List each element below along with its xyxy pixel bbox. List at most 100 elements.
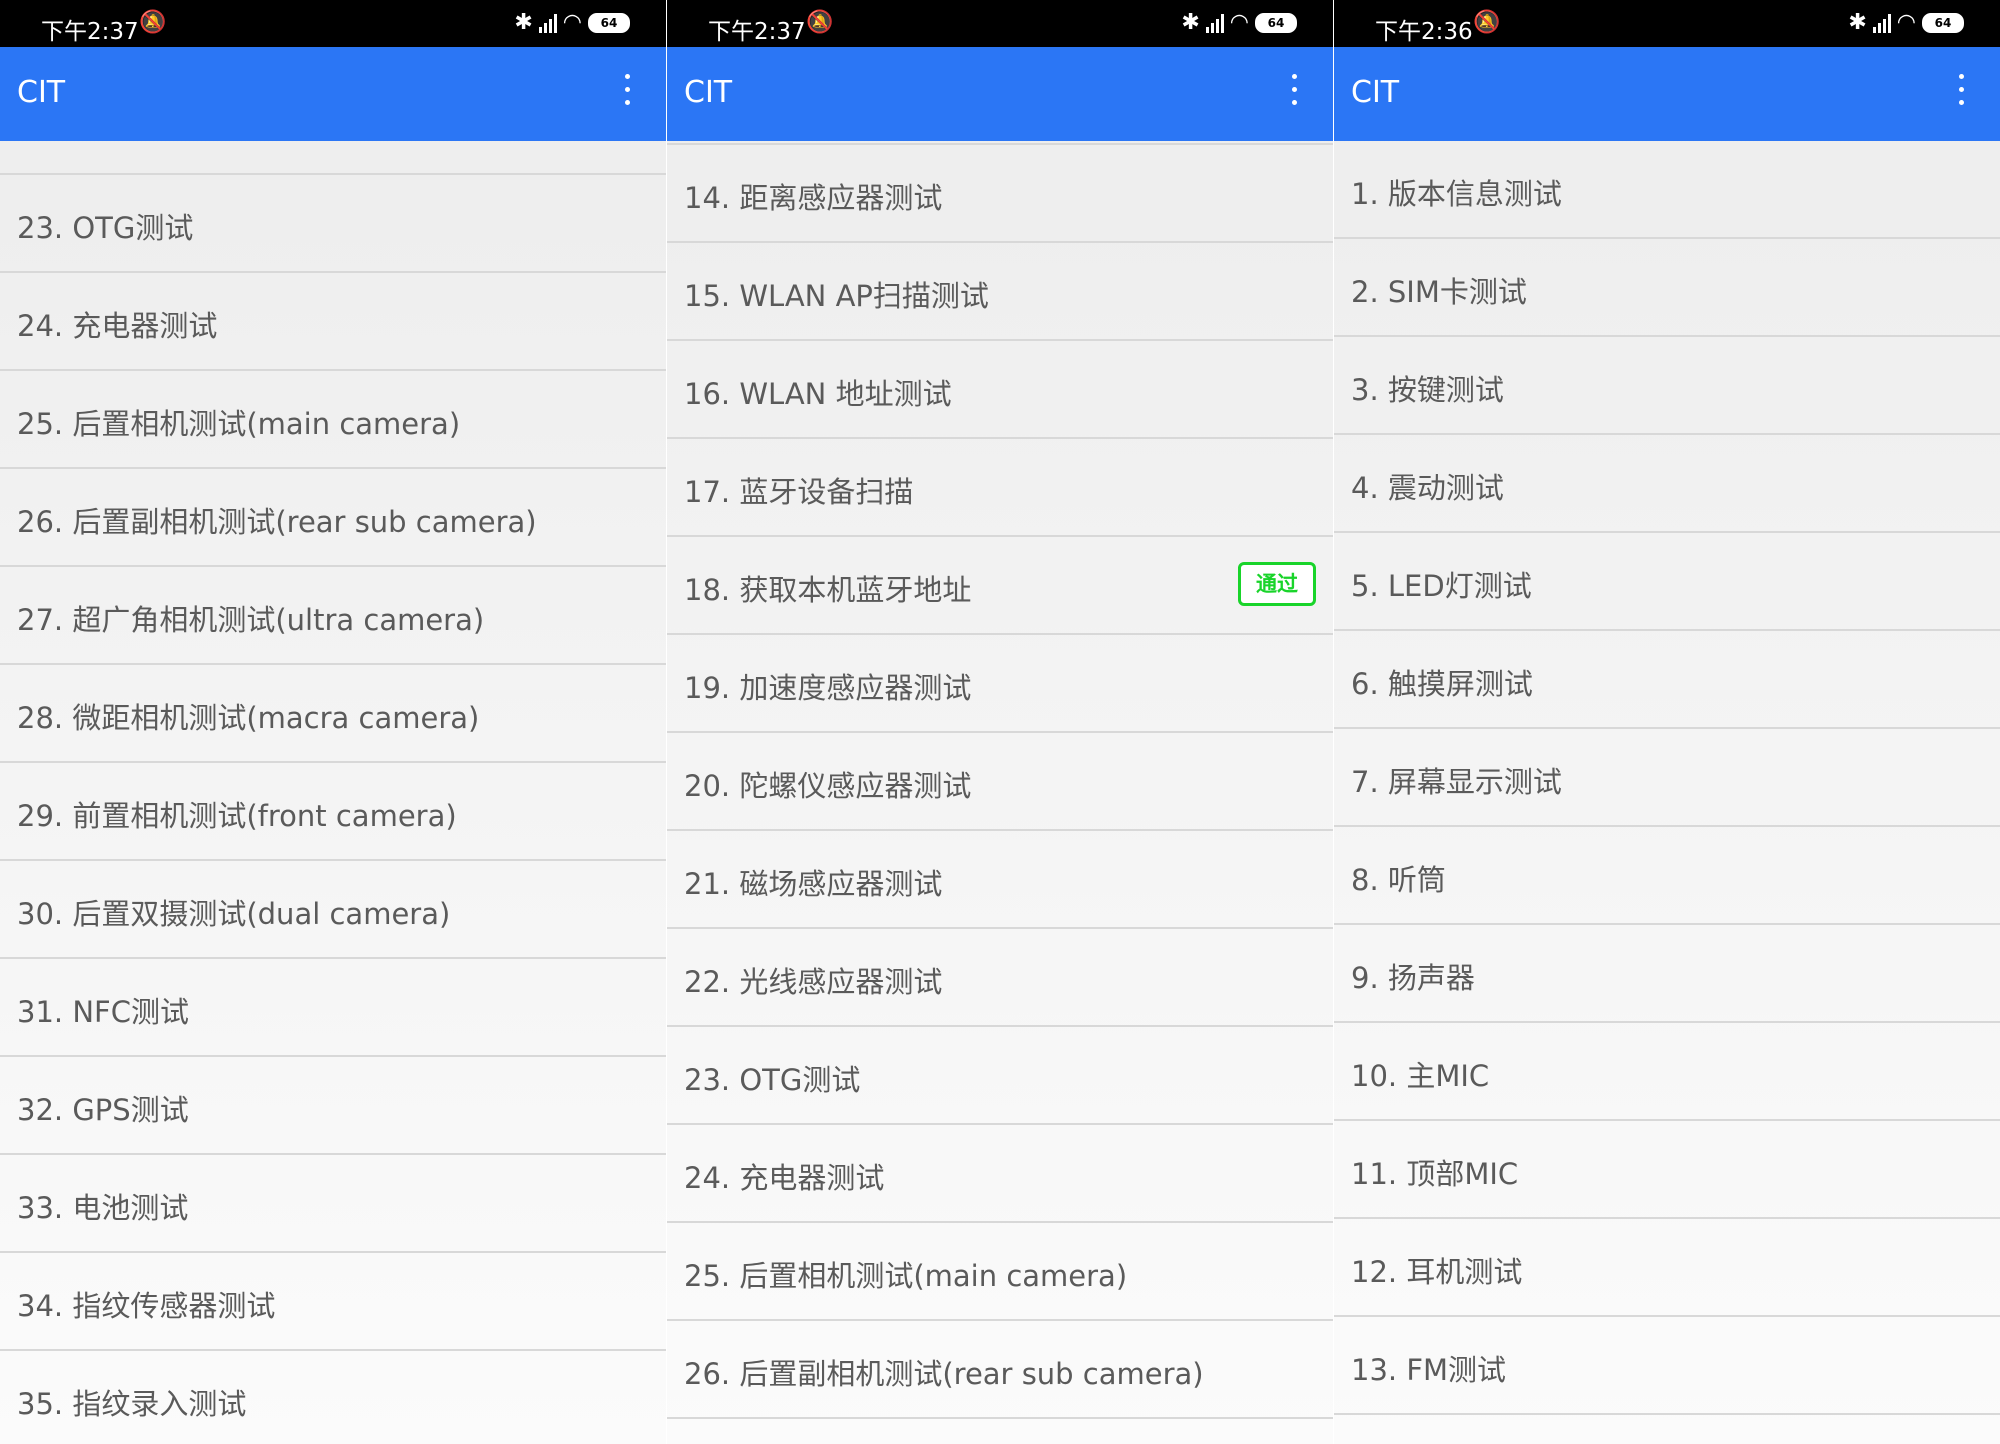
list-item[interactable]: 11. 顶部MIC [1334, 1121, 2000, 1219]
list-item[interactable]: 30. 后置双摄测试(dual camera) [0, 861, 666, 959]
list-item-label: 32. GPS测试 [17, 1093, 189, 1127]
bluetooth-icon: ✱ [1181, 10, 1200, 35]
wifi-icon: ◠ [1896, 10, 1916, 35]
test-list: 1. 版本信息测试 2. SIM卡测试 3. 按键测试 4. 震动测试 5. L… [1334, 141, 2000, 1415]
list-item-label: 8. 听筒 [1351, 863, 1446, 897]
list-item-label: 7. 屏幕显示测试 [1351, 765, 1562, 799]
list-item-label: 24. 充电器测试 [17, 309, 218, 343]
list-item[interactable]: 24. 充电器测试 [0, 273, 666, 371]
wifi-icon: ◠ [562, 10, 582, 35]
list-item[interactable]: 9. 扬声器 [1334, 925, 2000, 1023]
list-item[interactable]: 16. WLAN 地址测试 [667, 341, 1333, 439]
list-item-label: 35. 指纹录入测试 [17, 1387, 247, 1421]
list-item[interactable]: 14. 距离感应器测试 [667, 145, 1333, 243]
list-item-label: 17. 蓝牙设备扫描 [684, 475, 914, 509]
list-item-label: 25. 后置相机测试(main camera) [17, 407, 461, 441]
phone-screen-1: 下午2:37 🔕 ✱ ◠ 64 CIT 23. OTG测试 24. 充电器测试 … [0, 0, 666, 1444]
list-item[interactable]: 10. 主MIC [1334, 1023, 2000, 1121]
status-icons: ✱ ◠ 64 [1181, 10, 1297, 35]
list-item-label: 26. 后置副相机测试(rear sub camera) [684, 1357, 1204, 1391]
list-item-label: 18. 获取本机蓝牙地址 [684, 573, 972, 607]
test-list: 14. 距离感应器测试 15. WLAN AP扫描测试 16. WLAN 地址测… [667, 141, 1333, 1419]
list-item-label: 22. 光线感应器测试 [684, 965, 943, 999]
list-item[interactable]: 7. 屏幕显示测试 [1334, 729, 2000, 827]
list-item-label: 13. FM测试 [1351, 1353, 1507, 1387]
list-item[interactable]: 24. 充电器测试 [667, 1125, 1333, 1223]
bluetooth-icon: ✱ [514, 10, 533, 35]
status-bar: 下午2:37 🔕 ✱ ◠ 64 [667, 0, 1333, 47]
list-item[interactable]: 22. 光线感应器测试 [667, 929, 1333, 1027]
status-bar: 下午2:36 🔕 ✱ ◠ 64 [1334, 0, 2000, 47]
list-item-label: 25. 后置相机测试(main camera) [684, 1259, 1128, 1293]
silent-bell-icon: 🔕 [806, 10, 834, 35]
app-bar: CIT [667, 47, 1333, 141]
screenshots-collage: 下午2:37 🔕 ✱ ◠ 64 CIT 23. OTG测试 24. 充电器测试 … [0, 0, 2000, 1444]
list-item[interactable]: 6. 触摸屏测试 [1334, 631, 2000, 729]
list-item[interactable]: 33. 电池测试 [0, 1155, 666, 1253]
list-item[interactable]: 5. LED灯测试 [1334, 533, 2000, 631]
list-item-label: 11. 顶部MIC [1351, 1157, 1519, 1191]
list-item[interactable]: 19. 加速度感应器测试 [667, 635, 1333, 733]
status-time: 下午2:37 [708, 19, 806, 45]
list-item-label: 27. 超广角相机测试(ultra camera) [17, 603, 485, 637]
list-item[interactable]: 12. 耳机测试 [1334, 1219, 2000, 1317]
list-item-label: 34. 指纹传感器测试 [17, 1289, 276, 1323]
list-item-label: 12. 耳机测试 [1351, 1255, 1523, 1289]
list-item[interactable]: 25. 后置相机测试(main camera) [0, 371, 666, 469]
list-item-label: 24. 充电器测试 [684, 1161, 885, 1195]
list-item[interactable]: 17. 蓝牙设备扫描 [667, 439, 1333, 537]
app-bar: CIT [1334, 47, 2000, 141]
list-item[interactable]: 31. NFC测试 [0, 959, 666, 1057]
list-item[interactable]: 8. 听筒 [1334, 827, 2000, 925]
signal-icon [1872, 13, 1891, 33]
list-item[interactable]: 23. OTG测试 [667, 1027, 1333, 1125]
list-item-label: 29. 前置相机测试(front camera) [17, 799, 457, 833]
list-item[interactable]: 1. 版本信息测试 [1334, 141, 2000, 239]
more-options-icon[interactable] [1956, 74, 1966, 114]
status-icons: ✱ ◠ 64 [514, 10, 630, 35]
list-item[interactable]: 21. 磁场感应器测试 [667, 831, 1333, 929]
list-item[interactable]: 20. 陀螺仪感应器测试 [667, 733, 1333, 831]
list-item[interactable]: 4. 震动测试 [1334, 435, 2000, 533]
list-item-label: 2. SIM卡测试 [1351, 275, 1527, 309]
list-item[interactable]: 26. 后置副相机测试(rear sub camera) [667, 1321, 1333, 1419]
list-item-label: 21. 磁场感应器测试 [684, 867, 943, 901]
list-item[interactable]: 34. 指纹传感器测试 [0, 1253, 666, 1351]
list-item[interactable]: 23. OTG测试 [0, 175, 666, 273]
list-item-label: 16. WLAN 地址测试 [684, 377, 952, 411]
list-item-label: 20. 陀螺仪感应器测试 [684, 769, 972, 803]
battery-icon: 64 [588, 12, 630, 33]
list-item[interactable]: 28. 微距相机测试(macra camera) [0, 665, 666, 763]
list-item-label: 30. 后置双摄测试(dual camera) [17, 897, 451, 931]
silent-bell-icon: 🔕 [139, 10, 167, 35]
list-item[interactable]: 3. 按键测试 [1334, 337, 2000, 435]
status-time: 下午2:36 [1375, 19, 1473, 45]
more-options-icon[interactable] [1289, 74, 1299, 114]
list-item[interactable]: 18. 获取本机蓝牙地址 通过 [667, 537, 1333, 635]
list-item-label: 31. NFC测试 [17, 995, 189, 1029]
list-item-label: 3. 按键测试 [1351, 373, 1504, 407]
signal-icon [538, 13, 557, 33]
more-options-icon[interactable] [622, 74, 632, 114]
list-item-partial [0, 141, 666, 175]
list-item[interactable]: 15. WLAN AP扫描测试 [667, 243, 1333, 341]
list-item-label: 19. 加速度感应器测试 [684, 671, 972, 705]
list-item[interactable]: 27. 超广角相机测试(ultra camera) [0, 567, 666, 665]
bluetooth-icon: ✱ [1848, 10, 1867, 35]
battery-icon: 64 [1922, 12, 1964, 33]
status-time: 下午2:37 [41, 19, 139, 45]
list-item[interactable]: 32. GPS测试 [0, 1057, 666, 1155]
silent-bell-icon: 🔕 [1473, 10, 1501, 35]
list-item-label: 14. 距离感应器测试 [684, 181, 943, 215]
list-item[interactable]: 29. 前置相机测试(front camera) [0, 763, 666, 861]
list-item-label: 1. 版本信息测试 [1351, 177, 1562, 211]
list-item-label: 28. 微距相机测试(macra camera) [17, 701, 480, 735]
list-item[interactable]: 13. FM测试 [1334, 1317, 2000, 1415]
list-item[interactable]: 25. 后置相机测试(main camera) [667, 1223, 1333, 1321]
list-item[interactable]: 2. SIM卡测试 [1334, 239, 2000, 337]
test-list: 23. OTG测试 24. 充电器测试 25. 后置相机测试(main came… [0, 141, 666, 1444]
list-item[interactable]: 26. 后置副相机测试(rear sub camera) [0, 469, 666, 567]
pass-status-badge: 通过 [1238, 562, 1316, 606]
list-item-label: 33. 电池测试 [17, 1191, 189, 1225]
list-item[interactable]: 35. 指纹录入测试 [0, 1351, 666, 1444]
